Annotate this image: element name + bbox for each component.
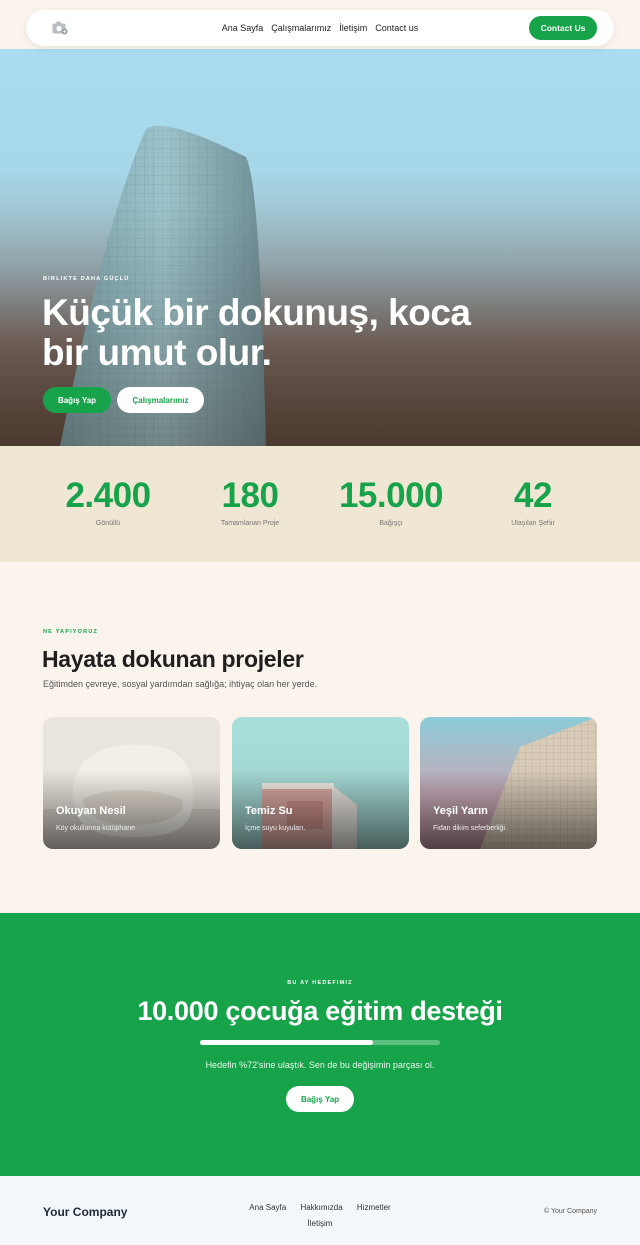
footer-links: Ana Sayfa Hakkımızda Hizmetler İletişim — [240, 1200, 400, 1232]
card-description: Fidan dikim seferberliği. — [433, 825, 507, 832]
stat-label: Tamamlanan Proje — [220, 520, 280, 527]
nav-links: Ana Sayfa Çalışmalarımız İletişim Contac… — [26, 10, 614, 46]
nav-link-contact[interactable]: İletişim — [339, 23, 367, 33]
footer-link-contact[interactable]: İletişim — [308, 1219, 333, 1228]
projects-subtitle: Eğitimden çevreye, sosyal yardımdan sağl… — [43, 679, 318, 689]
stat-volunteers: 2.400 Gönüllü — [43, 476, 173, 527]
stat-label: Ulaşılan Şehir — [511, 520, 555, 527]
card-title: Yeşil Yarın — [433, 805, 488, 817]
project-card-water[interactable]: Temiz Su İçme suyu kuyuları. — [232, 717, 409, 849]
campaign-note: Hedefin %72'sine ulaştık. Sen de bu deği… — [205, 1060, 435, 1070]
hero-eyebrow: BIRLIKTE DAHA GÜÇLÜ — [43, 276, 130, 282]
footer: Your Company Ana Sayfa Hakkımızda Hizmet… — [0, 1176, 640, 1245]
campaign-eyebrow: BU AY HEDEFIMIZ — [287, 980, 353, 986]
nav-link-works[interactable]: Çalışmalarımız — [271, 23, 331, 33]
stat-value: 15.000 — [338, 476, 444, 515]
footer-copyright: © Your Company — [543, 1208, 597, 1215]
stat-value: 42 — [514, 476, 552, 515]
footer-link-home[interactable]: Ana Sayfa — [249, 1203, 286, 1212]
stat-donors: 15.000 Bağışçı — [326, 476, 456, 527]
footer-brand: Your Company — [43, 1205, 128, 1219]
projects-eyebrow: NE YAPIYORUZ — [43, 629, 99, 635]
footer-link-services[interactable]: Hizmetler — [357, 1203, 391, 1212]
stat-cities: 42 Ulaşılan Şehir — [468, 476, 598, 527]
campaign-title: 10.000 çocuğa eğitim desteği — [137, 996, 503, 1026]
card-description: İçme suyu kuyuları. — [245, 825, 306, 832]
nav-link-contact-us[interactable]: Contact us — [375, 23, 418, 33]
stat-value: 180 — [221, 476, 279, 515]
project-card-green[interactable]: Yeşil Yarın Fidan dikim seferberliği. — [420, 717, 597, 849]
our-works-button[interactable]: Çalışmalarımız — [117, 387, 204, 413]
stat-value: 2.400 — [65, 476, 151, 515]
card-title: Temiz Su — [245, 805, 293, 817]
nav-link-home[interactable]: Ana Sayfa — [222, 23, 264, 33]
projects-section: NE YAPIYORUZ Hayata dokunan projeler Eği… — [0, 562, 640, 913]
stat-projects: 180 Tamamlanan Proje — [185, 476, 315, 527]
hero-section: BIRLIKTE DAHA GÜÇLÜ Küçük bir dokunuş, k… — [0, 49, 640, 446]
stat-label: Gönüllü — [95, 520, 121, 527]
campaign-progress-bar — [200, 1040, 440, 1045]
donate-button[interactable]: Bağış Yap — [43, 387, 111, 413]
project-card-reading[interactable]: Okuyan Nesil Köy okullarına kütüphane. — [43, 717, 220, 849]
footer-link-about[interactable]: Hakkımızda — [300, 1203, 342, 1212]
projects-title: Hayata dokunan projeler — [42, 646, 304, 672]
campaign-section: BU AY HEDEFIMIZ 10.000 çocuğa eğitim des… — [0, 913, 640, 1176]
campaign-progress-fill — [200, 1040, 373, 1045]
campaign-donate-button[interactable]: Bağış Yap — [286, 1086, 354, 1112]
hero-title: Küçük bir dokunuş, koca bir umut olur. — [42, 292, 471, 373]
stats-section: 2.400 Gönüllü 180 Tamamlanan Proje 15.00… — [0, 446, 640, 562]
contact-us-button[interactable]: Contact Us — [529, 16, 597, 40]
card-description: Köy okullarına kütüphane. — [56, 825, 137, 832]
card-title: Okuyan Nesil — [56, 805, 126, 817]
top-navbar: Ana Sayfa Çalışmalarımız İletişim Contac… — [26, 10, 614, 46]
stat-label: Bağışçı — [379, 520, 403, 527]
